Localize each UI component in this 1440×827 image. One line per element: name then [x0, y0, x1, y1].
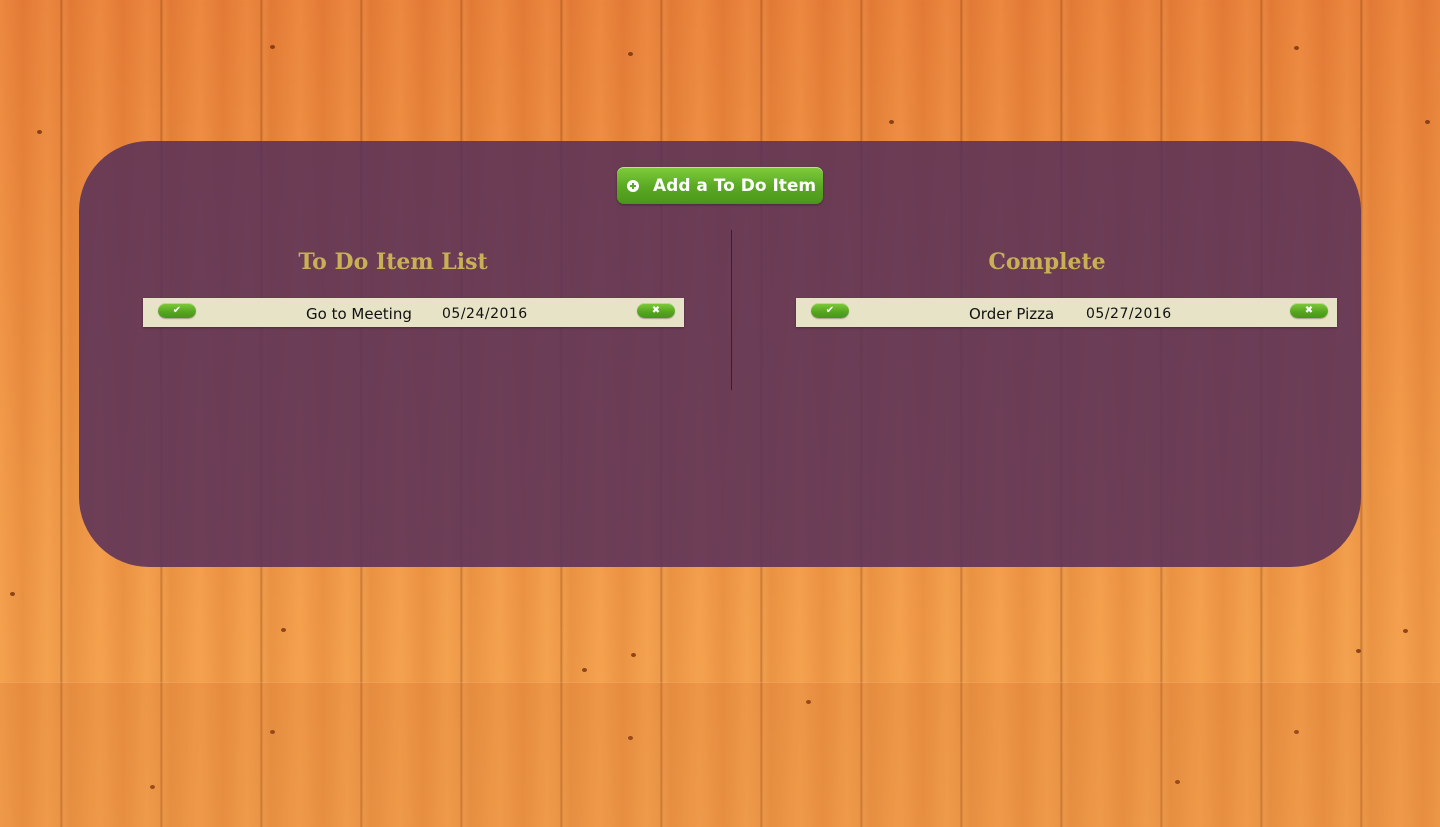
check-icon: ✔	[172, 305, 182, 316]
add-todo-item-button[interactable]: Add a To Do Item	[617, 167, 823, 204]
add-todo-item-label: Add a To Do Item	[653, 175, 817, 196]
complete-item-text: Order Pizza	[969, 305, 1055, 323]
complete-item-date: 05/27/2016	[1086, 306, 1172, 322]
delete-item-button[interactable]: ✖	[1290, 303, 1328, 318]
todo-list-title: To Do Item List	[298, 249, 488, 275]
plus-circle-icon	[627, 179, 639, 192]
check-icon: ✔	[825, 305, 835, 316]
delete-item-button[interactable]: ✖	[637, 303, 675, 318]
floor-band	[0, 682, 1440, 827]
close-icon: ✖	[1304, 305, 1314, 316]
todo-item-date: 05/24/2016	[442, 306, 528, 322]
close-icon: ✖	[651, 305, 661, 316]
todo-board-panel: Add a To Do Item To Do Item List Complet…	[79, 141, 1361, 567]
mark-complete-button[interactable]: ✔	[811, 303, 849, 318]
column-divider	[731, 230, 732, 390]
complete-list-item: ✔ Order Pizza 05/27/2016 ✖	[796, 298, 1337, 327]
complete-list-title: Complete	[988, 249, 1106, 275]
mark-complete-button[interactable]: ✔	[158, 303, 196, 318]
todo-list-item: ✔ Go to Meeting 05/24/2016 ✖	[143, 298, 684, 327]
todo-item-text: Go to Meeting	[306, 305, 412, 323]
